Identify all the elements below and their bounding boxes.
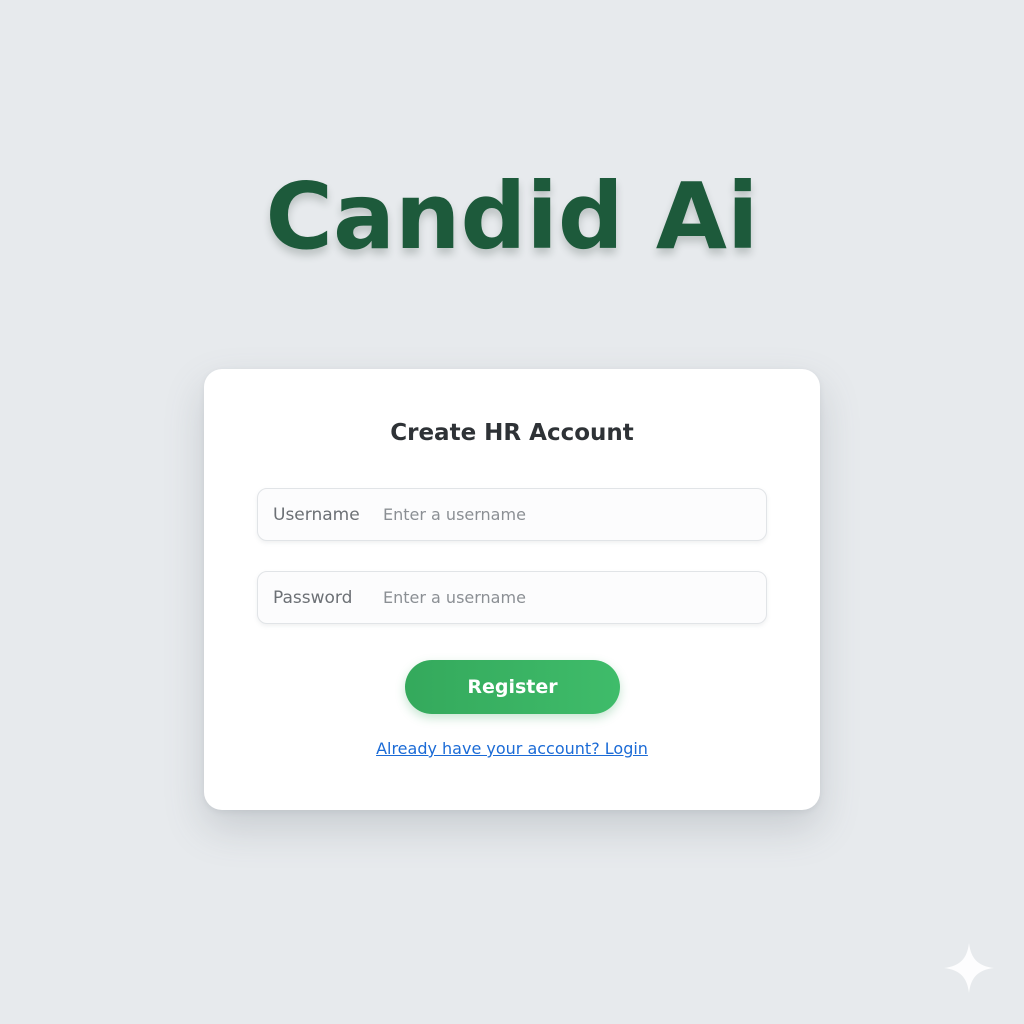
register-button[interactable]: Register bbox=[405, 660, 620, 714]
form-title: Create HR Account bbox=[390, 420, 634, 446]
username-field[interactable]: Username bbox=[257, 488, 767, 541]
username-input[interactable] bbox=[383, 489, 753, 540]
brand-title: Candid Ai bbox=[265, 163, 759, 270]
username-label: Username bbox=[273, 504, 360, 525]
sparkle-icon bbox=[944, 943, 994, 993]
password-input[interactable] bbox=[383, 572, 753, 623]
password-label: Password bbox=[273, 587, 353, 608]
register-card: Create HR Account Username Password Regi… bbox=[204, 369, 820, 810]
password-field[interactable]: Password bbox=[257, 571, 767, 624]
login-link[interactable]: Already have your account? Login bbox=[204, 739, 820, 758]
